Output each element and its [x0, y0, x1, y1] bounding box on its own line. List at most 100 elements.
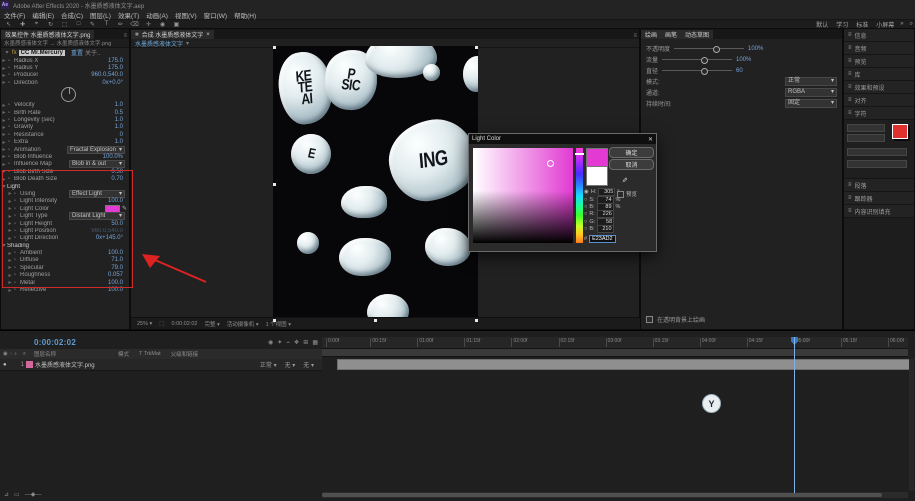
tool-icon[interactable]: ▣	[172, 21, 181, 28]
effect-property-row[interactable]: ▸ ◔ Light Position 960.0,540.0	[1, 227, 129, 235]
layer-trkmat-dropdown[interactable]: 无 ▾	[285, 360, 296, 369]
col-parent[interactable]: 父级和链接	[171, 350, 199, 358]
color-field-row[interactable]: ○ R: 226	[584, 210, 620, 219]
property-value[interactable]: 1.0	[115, 124, 123, 130]
selection-handle[interactable]	[475, 319, 478, 322]
panel-list-item[interactable]: ≡ 预览	[844, 55, 914, 68]
property-value[interactable]: 0x+0.0°	[102, 80, 123, 86]
stopwatch-icon[interactable]: ◔	[13, 228, 20, 234]
slider-knob[interactable]	[700, 56, 708, 64]
viewer-status-item[interactable]: ⬚	[159, 321, 164, 327]
effect-property-row[interactable]: ▸ ◔ Specular 79.0	[1, 264, 129, 272]
radio-icon[interactable]: ○	[584, 197, 587, 203]
col-layer-name[interactable]: 图层名称	[34, 350, 56, 358]
menu-item[interactable]: 窗口(W)	[204, 10, 227, 20]
menu-item[interactable]: 效果(T)	[118, 10, 139, 20]
playhead-line[interactable]	[794, 337, 795, 493]
about-link[interactable]: 关于..	[85, 48, 100, 57]
stopwatch-icon[interactable]: ◔	[13, 257, 20, 263]
tab-effect-controls[interactable]: 效果控件 水墨质感液体文字.png	[1, 30, 95, 39]
panel-list-item[interactable]: ≡ 信息	[844, 29, 914, 42]
select-dropdown[interactable]: 正常 ▾	[785, 77, 837, 86]
stopwatch-icon[interactable]: ◔	[13, 221, 20, 227]
property-value[interactable]: 175.0	[108, 65, 123, 71]
panel-list-item[interactable]: ≡ 音频	[844, 42, 914, 55]
effect-property-row[interactable]: ▸ ◔ Ambient 100.0	[1, 249, 129, 257]
effect-property-row[interactable]: ▸ ◔ Direction 0x+0.0°	[1, 79, 129, 87]
property-dropdown[interactable]: Distant Light ▾	[69, 212, 125, 221]
stopwatch-icon[interactable]: ◔	[7, 154, 14, 160]
property-value[interactable]: 79.0	[111, 265, 123, 271]
stopwatch-icon[interactable]: ◔	[7, 102, 14, 108]
stopwatch-icon[interactable]: ◔	[7, 139, 14, 145]
current-timecode[interactable]: 0:00:02:02	[34, 338, 76, 347]
property-value[interactable]: 0.50	[111, 169, 123, 175]
paint-slider-row[interactable]: 流量 100%	[641, 54, 842, 65]
stopwatch-icon[interactable]: ◔	[13, 250, 20, 256]
col-trkmat[interactable]: T TrkMat	[139, 351, 161, 357]
property-value[interactable]: 1.0	[115, 117, 123, 123]
effect-property-row[interactable]: ▸ ◔ Light Direction 0x+145.0°	[1, 235, 129, 242]
effect-property-row[interactable]: ▸ ◔ Using Effect Light ▾	[1, 189, 129, 198]
ok-button[interactable]: 确定	[609, 147, 654, 158]
property-value[interactable]: 175.0	[108, 58, 123, 64]
timeline-toggle-icon[interactable]: ⊞	[303, 339, 308, 346]
tool-icon[interactable]: ✏	[116, 21, 125, 28]
effect-property-row[interactable]: ▸ ◔ Resistance 0	[1, 131, 129, 139]
stopwatch-icon[interactable]: ◔	[7, 124, 14, 130]
toggle-switches-icon[interactable]: ⊿	[4, 491, 9, 498]
eyedropper-icon[interactable]: ✎	[620, 177, 628, 183]
panel-menu-icon[interactable]: ≡	[123, 33, 127, 39]
property-value[interactable]: 0.70	[111, 176, 123, 182]
effect-property-row[interactable]: ▸ ◔ Radius X 175.0	[1, 57, 129, 65]
font-size-dropdown[interactable]	[847, 148, 907, 156]
slider-track[interactable]	[662, 67, 733, 75]
timeline-search-icon[interactable]: ⌕	[23, 351, 26, 358]
menu-item[interactable]: 图层(L)	[90, 10, 111, 20]
cancel-button[interactable]: 取消	[609, 159, 654, 170]
stopwatch-icon[interactable]: ◔	[7, 72, 14, 78]
work-area-bar[interactable]	[322, 349, 908, 357]
property-dropdown[interactable]: Effect Light ▾	[69, 189, 125, 198]
slider-knob[interactable]	[700, 67, 708, 75]
stopwatch-icon[interactable]: ◔	[7, 110, 14, 116]
layer-duration-bar[interactable]	[337, 359, 911, 370]
panel-list-item[interactable]: ≡ 段落	[844, 179, 914, 192]
color-picker-titlebar[interactable]: Light Color ✕	[469, 134, 656, 144]
layer-mode-dropdown[interactable]: 正常 ▾	[260, 360, 277, 369]
scrollbar-thumb[interactable]	[322, 493, 882, 497]
hue-slider-marker[interactable]	[575, 153, 584, 155]
viewer-status-item[interactable]: 25% ▾	[137, 321, 152, 327]
menu-item[interactable]: 帮助(H)	[234, 10, 256, 20]
timeline-vertical-scrollbar[interactable]	[909, 359, 914, 491]
layer-name[interactable]: 水墨质感液体文字.png	[35, 360, 95, 369]
stopwatch-icon[interactable]: ◔	[7, 147, 14, 153]
layer-row[interactable]: ● 1 水墨质感液体文字.png 正常 ▾ 无 ▾ 无 ▾	[0, 359, 322, 371]
effect-name[interactable]: CC Mr.Mercury	[18, 49, 66, 56]
stopwatch-icon[interactable]: ◔	[13, 206, 20, 212]
workspace-more[interactable]: »	[900, 21, 903, 27]
effect-property-row[interactable]: ▸ ◔ Blob Death Size 0.70	[1, 175, 129, 183]
search-icon[interactable]: ⌕	[910, 21, 913, 28]
tab-close-icon[interactable]: ×	[206, 32, 210, 38]
stopwatch-icon[interactable]: ◔	[7, 161, 14, 167]
stopwatch-icon[interactable]: ◔	[13, 265, 20, 271]
effect-property-row[interactable]: ▸ ◔ Producer 960.0,540.0	[1, 72, 129, 79]
twirl-icon[interactable]: ▾	[4, 49, 10, 56]
slider-knob[interactable]	[712, 45, 720, 53]
stopwatch-icon[interactable]: ◔	[7, 117, 14, 123]
property-value[interactable]: 100.0	[108, 280, 123, 286]
timeline-horizontal-scrollbar[interactable]	[322, 492, 908, 498]
stopwatch-icon[interactable]: ◔	[7, 169, 14, 175]
property-value[interactable]: 0	[120, 132, 123, 138]
selection-handle[interactable]	[273, 319, 276, 322]
color-field-row[interactable]: ○ G: 58	[584, 217, 620, 226]
stopwatch-icon[interactable]: ◔	[7, 65, 14, 71]
hue-slider[interactable]	[576, 148, 583, 243]
property-value[interactable]: 0x+145.0°	[96, 235, 123, 241]
font-style-dropdown[interactable]	[847, 134, 885, 142]
menu-item[interactable]: 动画(A)	[146, 10, 168, 20]
paint-select-row[interactable]: 模式: 正常 ▾	[641, 76, 842, 87]
property-value[interactable]: 960.0,540.0	[91, 228, 123, 234]
hex-input[interactable]: E23AD2	[589, 235, 616, 243]
